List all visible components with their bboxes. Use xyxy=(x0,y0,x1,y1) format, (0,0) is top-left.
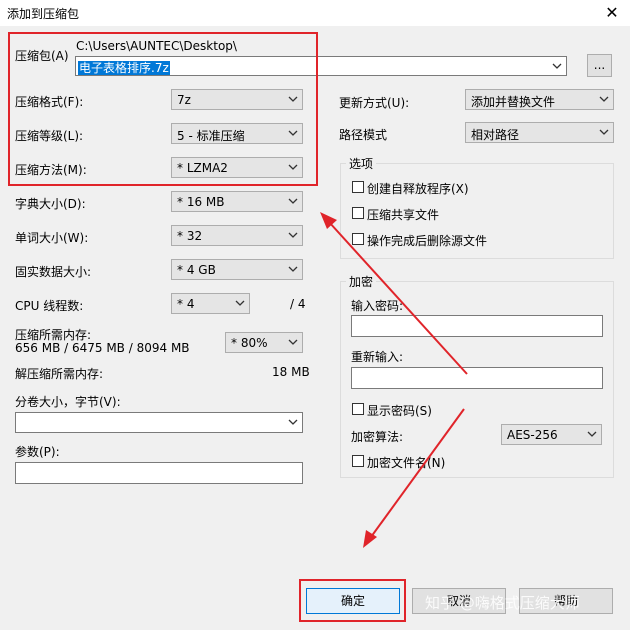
watermark: 知乎 @嗨格式压缩大师 xyxy=(425,594,580,612)
annotation-arrowhead-up xyxy=(320,212,337,229)
annotation-arrow-down xyxy=(370,408,465,538)
annotation-arrows xyxy=(320,212,468,548)
annotation-arrow-up xyxy=(328,221,468,375)
